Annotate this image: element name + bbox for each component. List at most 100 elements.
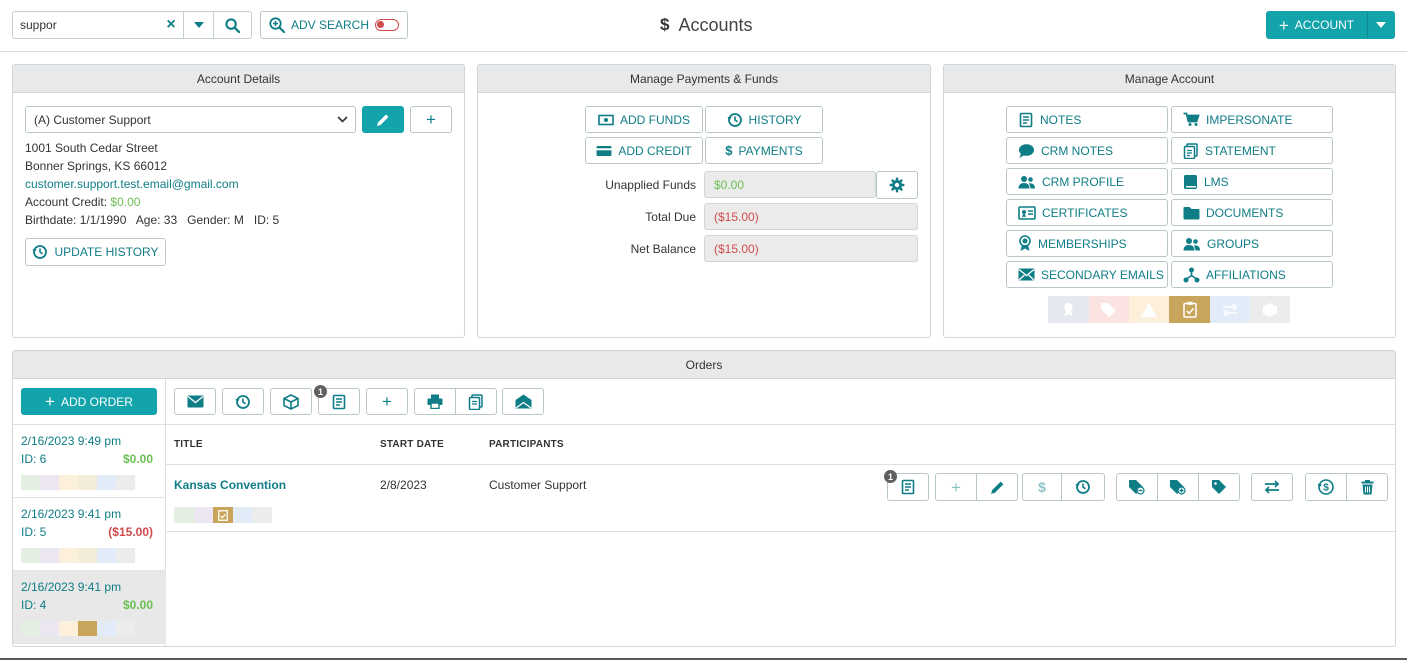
- update-history-button[interactable]: UPDATE HISTORY: [25, 238, 166, 266]
- statement-icon: [468, 393, 483, 410]
- affiliation-icon: [1183, 267, 1200, 282]
- tag-minus-icon: [1129, 480, 1145, 495]
- trash-icon: [1361, 479, 1373, 494]
- order-history-button[interactable]: [222, 388, 264, 415]
- add-order-button[interactable]: + ADD ORDER: [21, 388, 157, 415]
- add-account-button[interactable]: + ACCOUNT: [1266, 11, 1367, 39]
- checklist-status-icon[interactable]: [1169, 296, 1210, 323]
- order-list-item[interactable]: 2/16/2023 9:41 pm ID: 4 $0.00: [13, 571, 166, 644]
- orders-toolbar-divider: [166, 424, 1395, 425]
- tag-status-icon[interactable]: [1089, 296, 1129, 323]
- package-status-icon: [116, 475, 135, 490]
- groups-button[interactable]: GROUPS: [1171, 230, 1333, 257]
- search-dropdown-button[interactable]: [183, 12, 213, 38]
- documents-button[interactable]: DOCUMENTS: [1171, 199, 1333, 226]
- account-menu-button[interactable]: [1367, 11, 1395, 39]
- payment-history-button[interactable]: HISTORY: [705, 106, 823, 133]
- package-button[interactable]: [270, 388, 312, 415]
- memberships-label: MEMBERSHIPS: [1038, 236, 1127, 251]
- edit-account-button[interactable]: [362, 106, 404, 133]
- clear-search-icon[interactable]: ×: [160, 13, 182, 37]
- email-order-button[interactable]: [174, 388, 216, 415]
- row-add-button[interactable]: +: [935, 473, 977, 501]
- order-title-link[interactable]: Kansas Convention: [174, 478, 286, 492]
- row-delete-button[interactable]: [1346, 473, 1388, 501]
- payments-button[interactable]: $ PAYMENTS: [705, 137, 823, 164]
- notes-button[interactable]: NOTES: [1006, 106, 1168, 133]
- affiliations-button[interactable]: AFFILIATIONS: [1171, 261, 1333, 288]
- row-refund-button[interactable]: $: [1305, 473, 1347, 501]
- row-tag-button[interactable]: [1198, 473, 1240, 501]
- cart-icon: [1183, 112, 1200, 126]
- crm-profile-label: CRM PROFILE: [1042, 174, 1125, 189]
- search-button[interactable]: [213, 12, 251, 38]
- row-history-button[interactable]: [1061, 473, 1105, 501]
- order-list-item[interactable]: 2/16/2023 9:41 pm ID: 5 ($15.00): [13, 498, 166, 571]
- lms-button[interactable]: LMS: [1171, 168, 1333, 195]
- refund-icon: $: [1317, 479, 1334, 495]
- statement-button[interactable]: STATEMENT: [1171, 137, 1333, 164]
- unapplied-funds-value: $0.00: [714, 177, 745, 192]
- row-edit-button[interactable]: [976, 473, 1018, 501]
- checklist-status-icon: [213, 507, 233, 523]
- page-title-text: Accounts: [678, 14, 753, 35]
- search-input[interactable]: [14, 13, 164, 37]
- account-select[interactable]: (A) Customer Support: [25, 106, 356, 133]
- row-tag-add-button[interactable]: [1157, 473, 1199, 501]
- mail-open-button[interactable]: [502, 388, 544, 415]
- add-credit-label: ADD CREDIT: [618, 143, 692, 158]
- print-button[interactable]: [414, 388, 456, 415]
- order-date: 2/16/2023 9:41 pm: [21, 507, 122, 521]
- row-transfer-button[interactable]: [1251, 473, 1293, 501]
- add-funds-button[interactable]: ADD FUNDS: [585, 106, 703, 133]
- impersonate-button[interactable]: IMPERSONATE: [1171, 106, 1333, 133]
- order-amount: ($15.00): [108, 525, 153, 539]
- add-funds-label: ADD FUNDS: [619, 112, 690, 127]
- row-tag-remove-button[interactable]: [1116, 473, 1158, 501]
- plus-icon: +: [1278, 15, 1289, 35]
- account-id: ID: 5: [253, 213, 280, 227]
- add-credit-button[interactable]: ADD CREDIT: [585, 137, 703, 164]
- account-email-link[interactable]: customer.support.test.email@gmail.com: [25, 177, 239, 191]
- payments-panel: Manage Payments & Funds: [477, 64, 931, 338]
- memberships-button[interactable]: MEMBERSHIPS: [1006, 230, 1168, 257]
- order-list-item[interactable]: 2/16/2023 9:49 pm ID: 6 $0.00: [13, 425, 166, 498]
- adv-search-toggle[interactable]: [375, 19, 400, 31]
- print-documents-button[interactable]: [455, 388, 497, 415]
- secondary-emails-button[interactable]: SECONDARY EMAILS: [1006, 261, 1168, 288]
- funds-settings-button[interactable]: [876, 171, 918, 199]
- order-amount: $0.00: [122, 598, 153, 612]
- membership-status-icon[interactable]: [1048, 296, 1089, 323]
- warning-status-icon: [59, 548, 78, 563]
- transfer-status-icon: [21, 548, 40, 563]
- package-status-icon[interactable]: [1250, 296, 1290, 323]
- group-icon: [1183, 237, 1200, 250]
- warning-status-icon[interactable]: [1129, 296, 1169, 323]
- add-account-label: ACCOUNT: [1294, 18, 1355, 32]
- notes-icon: [901, 479, 915, 495]
- adv-search-label: ADV SEARCH: [290, 18, 370, 32]
- add-account-member-button[interactable]: +: [410, 106, 452, 133]
- transfer-status-icon[interactable]: [1210, 296, 1250, 323]
- ribbon-icon: [1019, 235, 1031, 251]
- certificate-icon: [1018, 205, 1036, 220]
- order-id: ID: 6: [21, 452, 47, 466]
- account-credit-value: $0.00: [110, 195, 141, 209]
- envelope-icon: [187, 395, 203, 408]
- warning-status-icon: [59, 621, 78, 636]
- search-icon: [225, 17, 240, 33]
- add-order-item-button[interactable]: +: [366, 388, 408, 415]
- transfer-status-icon: [21, 475, 40, 490]
- caret-down-icon: [1376, 22, 1386, 28]
- crm-notes-button[interactable]: CRM NOTES: [1006, 137, 1168, 164]
- certificates-button[interactable]: CERTIFICATES: [1006, 199, 1168, 226]
- adv-search-button[interactable]: ADV SEARCH: [260, 11, 408, 39]
- documents-label: DOCUMENTS: [1206, 205, 1284, 220]
- secondary-emails-label: SECONDARY EMAILS: [1041, 267, 1164, 282]
- row-payment-button[interactable]: $: [1022, 473, 1062, 501]
- order-date: 2/16/2023 9:41 pm: [21, 580, 122, 594]
- affiliations-label: AFFILIATIONS: [1206, 267, 1286, 282]
- open-envelope-icon: [515, 394, 531, 409]
- crm-profile-button[interactable]: CRM PROFILE: [1006, 168, 1168, 195]
- plus-icon: +: [951, 477, 961, 497]
